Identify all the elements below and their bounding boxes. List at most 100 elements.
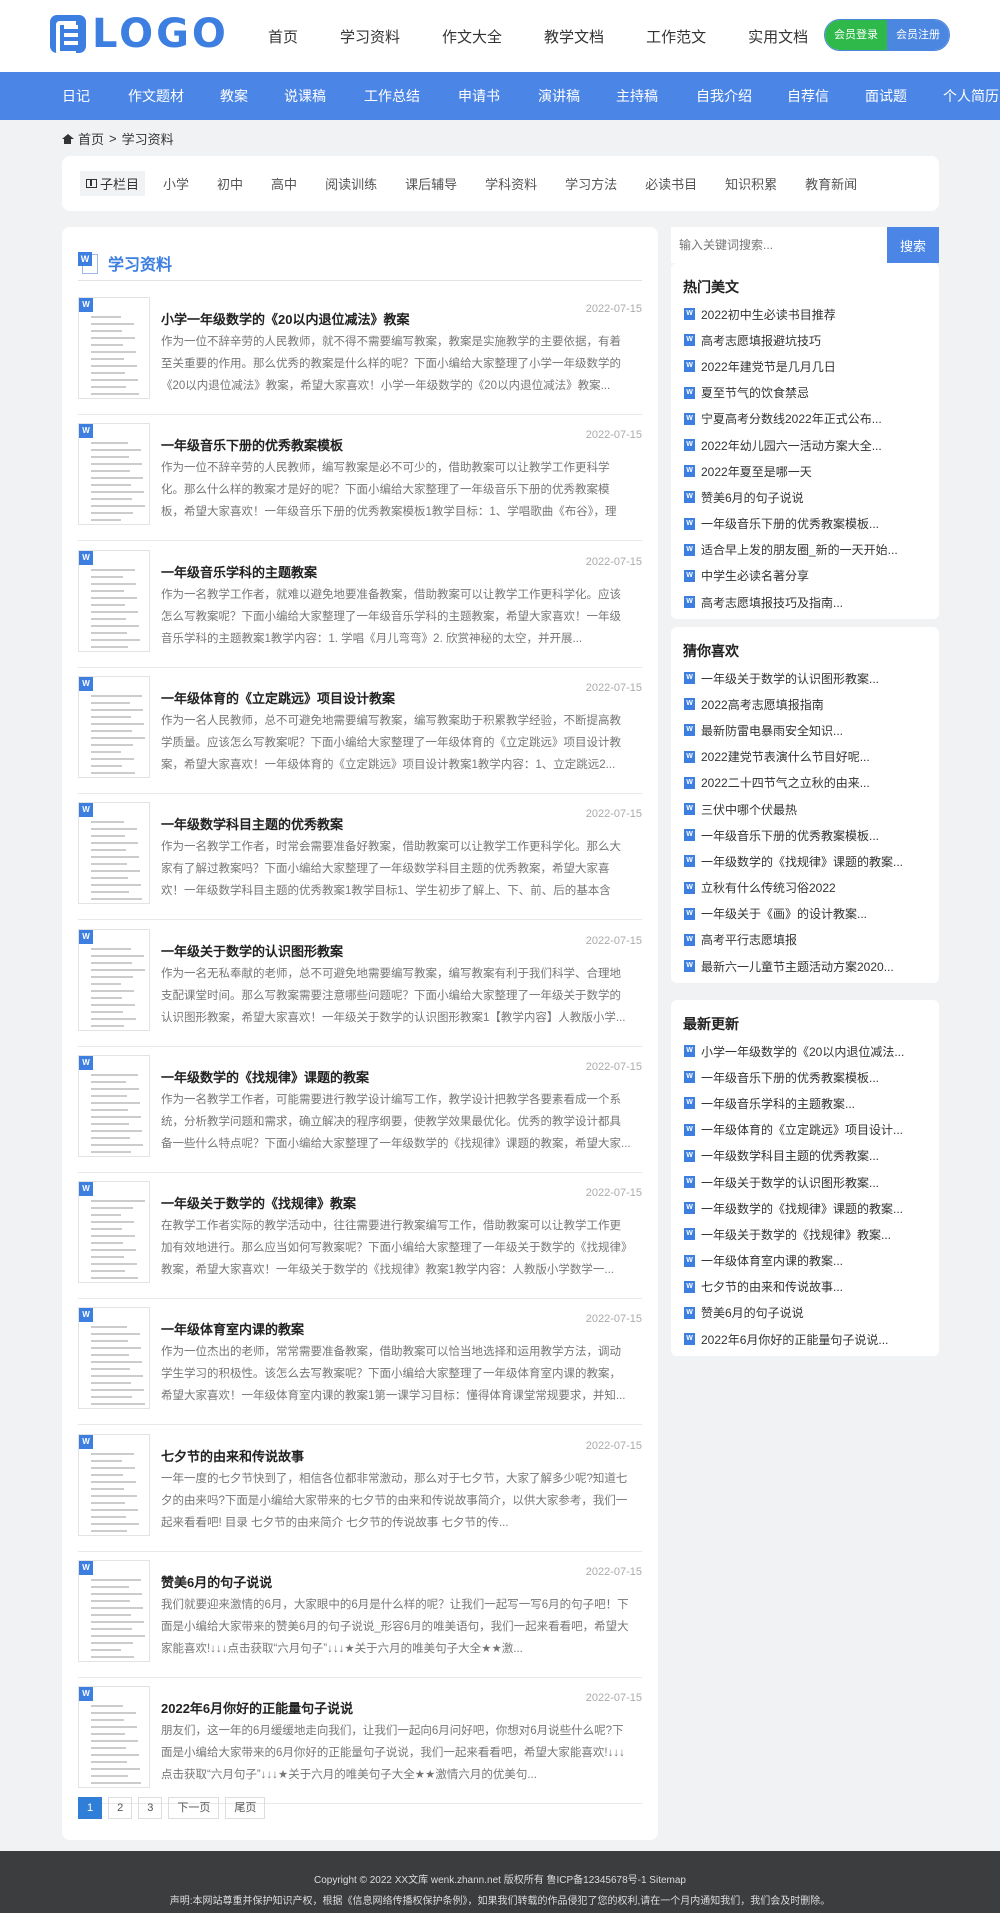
sidebar-list-item[interactable]: W 2022年夏至是哪一天 bbox=[684, 458, 930, 484]
article-thumbnail[interactable]: W bbox=[78, 1686, 150, 1789]
article-title[interactable]: 赞美6月的句子说说 bbox=[161, 1572, 621, 1591]
article-thumbnail[interactable]: W bbox=[78, 423, 150, 526]
sidebar-link[interactable]: 夏至节气的饮食禁忌 bbox=[701, 384, 809, 401]
article-thumbnail[interactable]: W bbox=[78, 802, 150, 905]
article-title[interactable]: 一年级关于数学的《找规律》教案 bbox=[161, 1193, 621, 1212]
sidebar-list-item[interactable]: W 适合早上发的朋友圈_新的一天开始... bbox=[684, 537, 930, 563]
sidebar-link[interactable]: 一年级数学科目主题的优秀教案... bbox=[701, 1147, 879, 1164]
sidebar-link[interactable]: 2022年6月你好的正能量句子说说... bbox=[701, 1331, 888, 1348]
sidebar-list-item[interactable]: W 夏至节气的饮食禁忌 bbox=[684, 380, 930, 406]
sidebar-link[interactable]: 最新六一儿童节主题活动方案2020... bbox=[701, 958, 894, 975]
sidebar-link[interactable]: 赞美6月的句子说说 bbox=[701, 1304, 804, 1321]
sidebar-list-item[interactable]: W 一年级关于数学的《找规律》教案... bbox=[684, 1221, 930, 1247]
sidebar-list-item[interactable]: W 2022年建党节是几月几日 bbox=[684, 353, 930, 379]
sidebar-link[interactable]: 一年级关于《画》的设计教案... bbox=[701, 905, 867, 922]
top-nav-item[interactable]: 实用文档 bbox=[748, 26, 808, 47]
sidebar-link[interactable]: 2022二十四节气之立秋的由来... bbox=[701, 774, 870, 791]
category-nav-item[interactable]: 工作总结 bbox=[364, 86, 420, 106]
pagination-link[interactable]: 尾页 bbox=[225, 1797, 266, 1819]
top-nav-item[interactable]: 首页 bbox=[268, 26, 298, 47]
sidebar-list-item[interactable]: W 一年级体育室内课的教案... bbox=[684, 1248, 930, 1274]
sub-column-item[interactable]: 学习方法 bbox=[565, 174, 617, 193]
sidebar-link[interactable]: 一年级音乐学科的主题教案... bbox=[701, 1095, 855, 1112]
sidebar-list-item[interactable]: W 最新防雷电暴雨安全知识... bbox=[684, 717, 930, 743]
article-item[interactable]: W 2022-07-15 一年级数学的《找规律》课题的教案 作为一名教学工作者，可能需… bbox=[78, 1047, 642, 1173]
sidebar-list-item[interactable]: W 一年级数学的《找规律》课题的教案... bbox=[684, 1195, 930, 1221]
article-title[interactable]: 小学一年级数学的《20以内退位减法》教案 bbox=[161, 309, 621, 328]
sidebar-list-item[interactable]: W 2022年6月你好的正能量句子说说... bbox=[684, 1326, 930, 1352]
sidebar-list-item[interactable]: W 高考平行志愿填报 bbox=[684, 927, 930, 953]
sidebar-list-item[interactable]: W 七夕节的由来和传说故事... bbox=[684, 1274, 930, 1300]
category-nav-item[interactable]: 演讲稿 bbox=[538, 86, 580, 106]
sidebar-list-item[interactable]: W 三伏中哪个伏最热 bbox=[684, 796, 930, 822]
sidebar-list-item[interactable]: W 赞美6月的句子说说 bbox=[684, 484, 930, 510]
sidebar-list-item[interactable]: W 一年级音乐下册的优秀教案模板... bbox=[684, 822, 930, 848]
sidebar-list-item[interactable]: W 高考志愿填报避坑技巧 bbox=[684, 327, 930, 353]
sidebar-link[interactable]: 2022高考志愿填报指南 bbox=[701, 696, 824, 713]
sub-column-item[interactable]: 知识积累 bbox=[725, 174, 777, 193]
sidebar-link[interactable]: 一年级音乐下册的优秀教案模板... bbox=[701, 827, 879, 844]
article-item[interactable]: W 2022-07-15 一年级关于数学的《找规律》教案 在教学工作者实际的教学活动中… bbox=[78, 1173, 642, 1300]
article-thumbnail[interactable]: W bbox=[78, 1560, 150, 1662]
article-item[interactable]: W 2022-07-15 一年级体育室内课的教案 作为一位杰出的老师，常常需要准备教案… bbox=[78, 1299, 642, 1426]
category-nav-item[interactable]: 作文题材 bbox=[128, 86, 184, 106]
sidebar-list-item[interactable]: W 一年级音乐学科的主题教案... bbox=[684, 1090, 930, 1116]
sidebar-list-item[interactable]: W 2022高考志愿填报指南 bbox=[684, 691, 930, 717]
article-title[interactable]: 一年级数学的《找规律》课题的教案 bbox=[161, 1067, 621, 1086]
sidebar-link[interactable]: 2022年夏至是哪一天 bbox=[701, 463, 812, 480]
sidebar-list-item[interactable]: W 2022年幼儿园六一活动方案大全... bbox=[684, 432, 930, 458]
article-item[interactable]: W 2022-07-15 一年级关于数学的认识图形教案 作为一名无私奉献的老师，总不可… bbox=[78, 921, 642, 1047]
article-thumbnail[interactable]: W bbox=[78, 928, 150, 1031]
article-title[interactable]: 一年级关于数学的认识图形教案 bbox=[161, 941, 621, 960]
sidebar-link[interactable]: 2022年建党节是几月几日 bbox=[701, 358, 836, 375]
article-item[interactable]: W 2022-07-15 七夕节的由来和传说故事 一年一度的七夕节快到了，相信各位都非… bbox=[78, 1426, 642, 1552]
sub-column-item[interactable]: 初中 bbox=[217, 174, 243, 193]
sidebar-list-item[interactable]: W 一年级体育的《立定跳远》项目设计... bbox=[684, 1117, 930, 1143]
article-thumbnail[interactable]: W bbox=[78, 549, 150, 652]
sub-column-item[interactable]: 阅读训练 bbox=[325, 174, 377, 193]
sidebar-link[interactable]: 宁夏高考分数线2022年正式公布... bbox=[701, 410, 882, 427]
sidebar-link[interactable]: 一年级关于数学的《找规律》教案... bbox=[701, 1226, 891, 1243]
category-nav-item[interactable]: 日记 bbox=[62, 86, 90, 106]
sidebar-list-item[interactable]: W 一年级关于数学的认识图形教案... bbox=[684, 665, 930, 691]
breadcrumb-home[interactable]: 首页 bbox=[78, 129, 104, 148]
sidebar-link[interactable]: 最新防雷电暴雨安全知识... bbox=[701, 722, 843, 739]
sidebar-link[interactable]: 立秋有什么传统习俗2022 bbox=[701, 879, 836, 896]
article-thumbnail[interactable]: W bbox=[78, 1181, 150, 1284]
sidebar-link[interactable]: 高考志愿填报技巧及指南... bbox=[701, 594, 843, 611]
article-thumbnail[interactable]: W bbox=[78, 1054, 150, 1157]
search-input[interactable] bbox=[671, 227, 887, 263]
sidebar-link[interactable]: 一年级音乐下册的优秀教案模板... bbox=[701, 515, 879, 532]
category-nav-item[interactable]: 教案 bbox=[220, 86, 248, 106]
top-nav-item[interactable]: 学习资料 bbox=[340, 26, 400, 47]
sidebar-link[interactable]: 2022建党节表演什么节目好呢... bbox=[701, 748, 870, 765]
article-title[interactable]: 一年级音乐下册的优秀教案模板 bbox=[161, 435, 621, 454]
sidebar-list-item[interactable]: W 一年级音乐下册的优秀教案模板... bbox=[684, 511, 930, 537]
sidebar-list-item[interactable]: W 赞美6月的句子说说 bbox=[684, 1300, 930, 1326]
sidebar-list-item[interactable]: W 一年级音乐下册的优秀教案模板... bbox=[684, 1064, 930, 1090]
sidebar-link[interactable]: 赞美6月的句子说说 bbox=[701, 489, 804, 506]
sidebar-link[interactable]: 2022初中生必读书目推荐 bbox=[701, 306, 836, 323]
sidebar-link[interactable]: 适合早上发的朋友圈_新的一天开始... bbox=[701, 541, 898, 558]
sidebar-link[interactable]: 高考志愿填报避坑技巧 bbox=[701, 332, 821, 349]
register-button[interactable]: 会员注册 bbox=[887, 20, 949, 50]
article-thumbnail[interactable]: W bbox=[78, 297, 150, 399]
top-nav-item[interactable]: 作文大全 bbox=[442, 26, 502, 47]
article-item[interactable]: W 2022-07-15 2022年6月你好的正能量句子说说 朋友们，这一年的6月缓缓… bbox=[78, 1678, 642, 1805]
sidebar-link[interactable]: 一年级数学的《找规律》课题的教案... bbox=[701, 1200, 903, 1217]
sidebar-list-item[interactable]: W 立秋有什么传统习俗2022 bbox=[684, 875, 930, 901]
sidebar-link[interactable]: 中学生必读名著分享 bbox=[701, 567, 809, 584]
sidebar-list-item[interactable]: W 一年级数学的《找规律》课题的教案... bbox=[684, 848, 930, 874]
search-button[interactable]: 搜索 bbox=[887, 227, 939, 263]
sidebar-list-item[interactable]: W 2022二十四节气之立秋的由来... bbox=[684, 770, 930, 796]
sidebar-list-item[interactable]: W 高考志愿填报技巧及指南... bbox=[684, 589, 930, 615]
sub-column-item[interactable]: 课后辅导 bbox=[405, 174, 457, 193]
category-nav-item[interactable]: 说课稿 bbox=[284, 86, 326, 106]
article-item[interactable]: W 2022-07-15 一年级音乐下册的优秀教案模板 作为一位不辞辛劳的人民教师，编… bbox=[78, 415, 642, 542]
sidebar-list-item[interactable]: W 小学一年级数学的《20以内退位减法... bbox=[684, 1038, 930, 1064]
sub-column-item[interactable]: 高中 bbox=[271, 174, 297, 193]
sidebar-link[interactable]: 一年级体育的《立定跳远》项目设计... bbox=[701, 1121, 903, 1138]
sidebar-link[interactable]: 一年级关于数学的认识图形教案... bbox=[701, 1174, 879, 1191]
article-item[interactable]: W 2022-07-15 赞美6月的句子说说 我们就要迎来激情的6月，大家眼中的6月是… bbox=[78, 1552, 642, 1678]
sidebar-link[interactable]: 一年级关于数学的认识图形教案... bbox=[701, 670, 879, 687]
